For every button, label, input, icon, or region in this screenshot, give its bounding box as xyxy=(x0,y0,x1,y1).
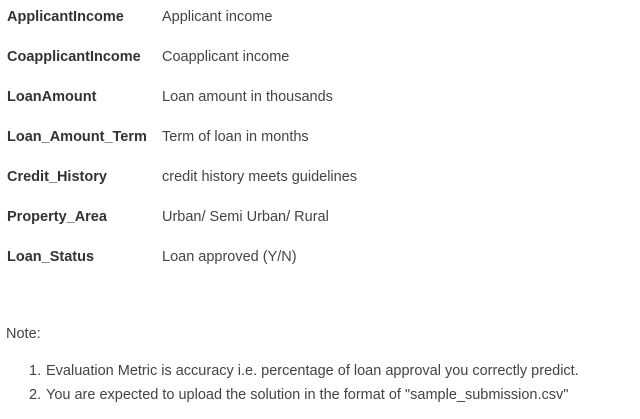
variable-description: Loan approved (Y/N) xyxy=(162,249,297,265)
list-item: 1. Evaluation Metric is accuracy i.e. pe… xyxy=(0,363,640,387)
table-row: ApplicantIncome Applicant income xyxy=(0,0,640,40)
variable-description: Loan amount in thousands xyxy=(162,89,333,105)
variable-description: Term of loan in months xyxy=(162,129,309,145)
variable-description: Applicant income xyxy=(162,9,273,25)
list-item-text: Evaluation Metric is accuracy i.e. perce… xyxy=(46,363,579,379)
variable-name: Property_Area xyxy=(7,209,107,225)
variable-name: Loan_Status xyxy=(7,249,95,265)
table-row: LoanAmount Loan amount in thousands xyxy=(0,80,640,120)
list-item-number: 1. xyxy=(29,363,42,379)
table-row: Loan_Status Loan approved (Y/N) xyxy=(0,240,640,280)
note-label: Note: xyxy=(6,326,41,342)
table-row: Loan_Amount_Term Term of loan in months xyxy=(0,120,640,160)
variable-description: Urban/ Semi Urban/ Rural xyxy=(162,209,329,225)
variable-table: ApplicantIncome Applicant income Coappli… xyxy=(0,0,640,280)
variable-name: CoapplicantIncome xyxy=(7,49,141,65)
variable-name: LoanAmount xyxy=(7,89,97,105)
table-row: Property_Area Urban/ Semi Urban/ Rural xyxy=(0,200,640,240)
list-item: 2. You are expected to upload the soluti… xyxy=(0,387,640,411)
variable-name: Credit_History xyxy=(7,169,107,185)
variable-description: credit history meets guidelines xyxy=(162,169,358,185)
list-item-text: You are expected to upload the solution … xyxy=(46,387,569,403)
list-item-number: 2. xyxy=(29,387,42,403)
variable-name: Loan_Amount_Term xyxy=(7,129,147,145)
variable-description: Coapplicant income xyxy=(162,49,290,65)
note-list: 1. Evaluation Metric is accuracy i.e. pe… xyxy=(0,363,640,411)
table-row: Credit_History credit history meets guid… xyxy=(0,160,640,200)
table-row: CoapplicantIncome Coapplicant income xyxy=(0,40,640,80)
variable-name: ApplicantIncome xyxy=(7,9,124,25)
